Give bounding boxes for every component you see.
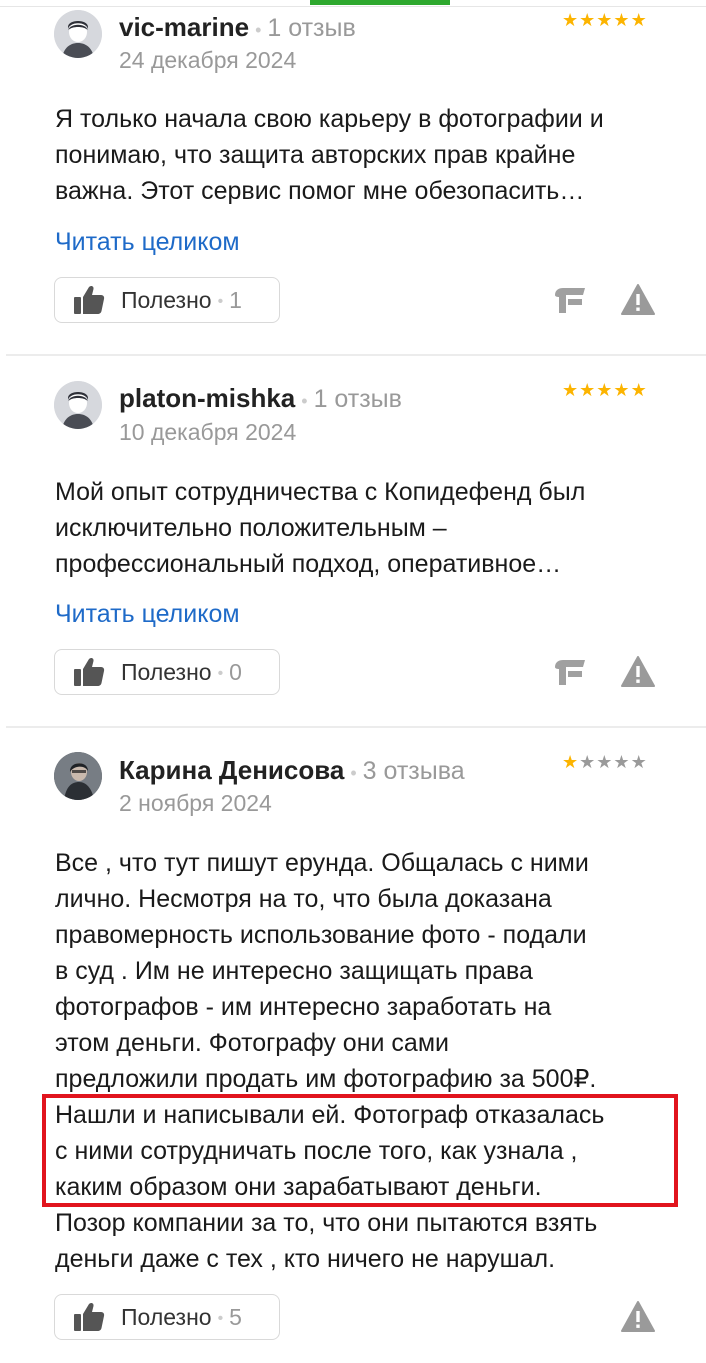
warning-report-icon[interactable] — [620, 655, 656, 688]
separator-dot: • — [301, 391, 308, 411]
separator-dot: • — [255, 20, 262, 40]
star-icon: ★ — [579, 10, 597, 30]
rating-stars: ★★★★★ — [562, 752, 648, 773]
author-line: Карина Денисова • 3 отзыва — [119, 755, 465, 786]
user-photo-icon — [54, 752, 102, 800]
review-text-line: важна. Этот сервис помог мне обезопасить… — [55, 177, 585, 205]
star-icon: ★ — [630, 10, 648, 30]
star-icon: ★ — [596, 752, 614, 772]
star-icon: ★ — [613, 752, 631, 772]
review-divider — [6, 726, 706, 728]
useful-button[interactable]: Полезно • 0 — [54, 649, 280, 695]
star-icon: ★ — [562, 380, 580, 400]
review-text-line: Все , что тут пишут ерунда. Общалась с н… — [55, 849, 589, 877]
useful-count: 1 — [229, 287, 242, 313]
author-line: vic-marine • 1 отзыв — [119, 12, 356, 43]
thumbs-up-icon — [74, 657, 105, 686]
star-icon: ★ — [596, 380, 614, 400]
useful-label: Полезно — [121, 1304, 212, 1330]
author-line: platon-mishka • 1 отзыв — [119, 383, 402, 414]
star-icon: ★ — [630, 380, 648, 400]
separator-dot: • — [217, 665, 224, 682]
top-divider — [0, 6, 706, 7]
review-date: 2 ноября 2024 — [119, 790, 272, 816]
active-tab-indicator — [310, 0, 450, 5]
review-text-line: профессиональный подход, оперативное… — [55, 550, 562, 578]
rating-stars: ★★★★★ — [562, 380, 648, 401]
separator-dot: • — [217, 1310, 224, 1327]
separator-dot: • — [217, 293, 224, 310]
star-icon: ★ — [579, 752, 597, 772]
useful-label: Полезно — [121, 659, 212, 685]
review-text: Мой опыт сотрудничества с Копидефенд был… — [55, 474, 675, 582]
warning-report-icon[interactable] — [620, 1300, 656, 1333]
warning-report-icon[interactable] — [620, 283, 656, 316]
review-text-line: Позор компании за то, что они пытаются в… — [55, 1209, 598, 1237]
avatar[interactable] — [54, 10, 102, 58]
review-text-line: правомерность использование фото - подал… — [55, 921, 587, 949]
star-icon: ★ — [579, 380, 597, 400]
thumbs-up-icon — [74, 285, 105, 314]
author-reviews-count: 1 отзыв — [313, 385, 402, 413]
review-text-line: Мой опыт сотрудничества с Копидефенд был — [55, 478, 586, 506]
useful-label-line: Полезно • 5 — [121, 1304, 242, 1331]
useful-button[interactable]: Полезно • 1 — [54, 277, 280, 323]
review-text: Все , что тут пишут ерунда. Общалась с н… — [55, 845, 675, 1277]
useful-count: 0 — [229, 659, 242, 685]
read-more-link[interactable]: Читать целиком — [55, 228, 240, 257]
review-date: 10 декабря 2024 — [119, 419, 297, 445]
review-text: Я только начала свою карьеру в фотографи… — [55, 101, 675, 209]
review-date: 24 декабря 2024 — [119, 47, 297, 73]
author-reviews-count: 1 отзыв — [267, 14, 356, 42]
separator-dot: • — [350, 763, 357, 783]
star-icon: ★ — [613, 380, 631, 400]
review-text-line: предложили продать им фотографию за 500₽… — [55, 1065, 597, 1093]
useful-button[interactable]: Полезно • 5 — [54, 1294, 280, 1340]
author-name[interactable]: vic-marine — [119, 12, 249, 42]
review-text-line: фотографов - им интересно заработать на — [55, 993, 552, 1021]
rating-stars: ★★★★★ — [562, 10, 648, 31]
author-reviews-count: 3 отзыва — [362, 757, 465, 785]
review-divider — [6, 354, 706, 356]
review-text-line: понимаю, что защита авторских прав крайн… — [55, 141, 576, 169]
highlight-annotation-box — [42, 1094, 678, 1207]
thumbs-up-icon — [74, 1302, 105, 1331]
avatar-placeholder-icon — [54, 10, 102, 58]
star-icon: ★ — [562, 752, 580, 772]
avatar[interactable] — [54, 381, 102, 429]
review-text-line: этом деньги. Фотографу они сами — [55, 1029, 449, 1057]
review-text-line: исключительно положительным – — [55, 514, 447, 542]
read-more-link[interactable]: Читать целиком — [55, 600, 240, 629]
avatar[interactable] — [54, 752, 102, 800]
useful-count: 5 — [229, 1304, 242, 1330]
review-text-line: деньги даже с тех , кто ничего не наруша… — [55, 1245, 556, 1273]
avatar-placeholder-icon — [54, 381, 102, 429]
review-text-line: лично. Несмотря на то, что была доказана — [55, 885, 552, 913]
official-response-icon[interactable] — [553, 657, 587, 687]
useful-label: Полезно — [121, 287, 212, 313]
star-icon: ★ — [630, 752, 648, 772]
author-name[interactable]: platon-mishka — [119, 383, 295, 413]
star-icon: ★ — [562, 10, 580, 30]
useful-label-line: Полезно • 0 — [121, 659, 242, 686]
review-text-line: в суд . Им не интересно защищать права — [55, 957, 533, 985]
author-name[interactable]: Карина Денисова — [119, 755, 344, 785]
official-response-icon[interactable] — [553, 285, 587, 315]
star-icon: ★ — [613, 10, 631, 30]
star-icon: ★ — [596, 10, 614, 30]
review-text-line: Я только начала свою карьеру в фотографи… — [55, 105, 604, 133]
useful-label-line: Полезно • 1 — [121, 287, 242, 314]
